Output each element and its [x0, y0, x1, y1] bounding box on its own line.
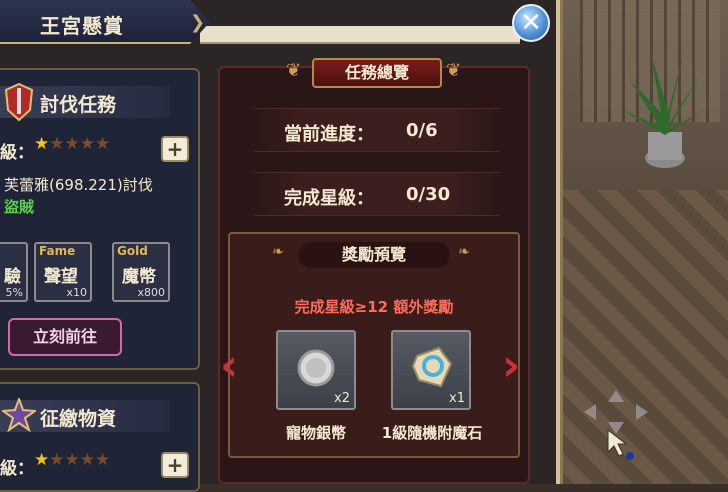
- overview-title: 任務總覽: [312, 58, 442, 88]
- prev-arrow-button[interactable]: ‹: [220, 340, 238, 391]
- reward-item-name: 1級隨機附魔石: [381, 424, 483, 442]
- reward-slot-gold: Gold 魔幣 x800: [112, 242, 170, 302]
- close-icon: ✕: [520, 8, 542, 38]
- progress-label: 當前進度：: [284, 124, 374, 145]
- hunt-quest-title: 討伐任務: [40, 94, 117, 116]
- ornament-left-icon: ❦: [286, 60, 302, 81]
- silver-coin-icon: [297, 349, 335, 387]
- star-total-row: 完成星級： 0/30: [254, 172, 500, 216]
- potted-plant: [622, 48, 708, 168]
- item-count: x1: [449, 391, 465, 406]
- item-count: x2: [334, 391, 350, 406]
- star-icon: ★: [79, 134, 95, 154]
- go-now-button[interactable]: 立刻前往: [8, 318, 122, 356]
- mouse-cursor-icon: [607, 428, 634, 460]
- title-arrow-icon: ❯: [190, 12, 206, 33]
- hunt-target-enemy: 盜賊: [4, 198, 35, 216]
- reward-preview-title: 獎勵預覽: [298, 242, 450, 268]
- supply-star-rating: ★★★★★: [34, 450, 110, 470]
- reward-slot-exp: 驗 5%: [0, 242, 28, 302]
- star-icon: ★: [95, 134, 111, 154]
- star-icon: ★: [49, 450, 65, 470]
- reward-item-slot[interactable]: x1: [391, 330, 471, 410]
- sword-shield-icon: [4, 82, 34, 122]
- star-total-value: 0/30: [406, 184, 451, 205]
- star-icon: ★: [34, 134, 50, 154]
- ornament-small-left-icon: ❧: [272, 244, 284, 260]
- progress-row: 當前進度： 0/6: [254, 108, 500, 152]
- supply-upgrade-button[interactable]: +: [161, 452, 189, 478]
- hunt-upgrade-button[interactable]: +: [161, 136, 189, 162]
- star-icon: ★: [49, 134, 65, 154]
- ornament-small-right-icon: ❧: [458, 244, 470, 260]
- star-icon: ★: [34, 450, 50, 470]
- next-arrow-button[interactable]: ›: [502, 340, 520, 391]
- ornament-right-icon: ❦: [446, 60, 462, 81]
- hunt-star-rating: ★★★★★: [34, 134, 110, 154]
- reward-slot-fame: Fame 聲望 x10: [34, 242, 92, 302]
- enchant-stone-icon: [411, 346, 453, 388]
- window-title: 王宮懸賞: [40, 14, 124, 38]
- star-icon: ★: [64, 134, 80, 154]
- window-top-strip: [200, 26, 520, 44]
- supply-emblem-icon: [2, 398, 36, 432]
- progress-value: 0/6: [406, 120, 438, 141]
- supply-quest-title: 征繳物資: [40, 408, 117, 430]
- bonus-reward-text: 完成星級≥12 額外獎勵: [294, 298, 454, 316]
- close-button[interactable]: ✕: [512, 4, 550, 42]
- star-icon: ★: [64, 450, 80, 470]
- hunt-target-text: 芙蕾雅(698.221)討伐: [4, 176, 153, 194]
- star-icon: ★: [95, 450, 111, 470]
- hunt-level-label: 級：: [0, 143, 34, 163]
- reward-item-slot[interactable]: x2: [276, 330, 356, 410]
- star-total-label: 完成星級：: [284, 188, 374, 209]
- star-icon: ★: [79, 450, 95, 470]
- supply-level-label: 級：: [0, 459, 34, 479]
